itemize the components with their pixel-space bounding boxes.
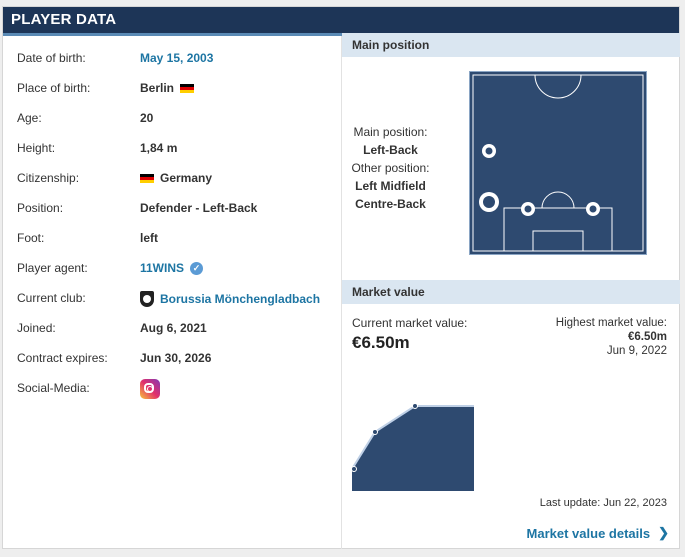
current-club-value: Borussia Mönchengladbach: [140, 291, 320, 307]
market-value-heading: Market value: [352, 285, 425, 299]
instagram-icon[interactable]: [140, 379, 160, 399]
chart-point[interactable]: [372, 429, 378, 435]
player-data-card: PLAYER DATA Date of birth: May 15, 2003 …: [2, 6, 680, 549]
row-place-of-birth: Place of birth: Berlin: [17, 81, 337, 99]
place-of-birth-value: Berlin: [140, 81, 195, 95]
position-marker-inner: [485, 147, 493, 155]
row-social-media: Social-Media:: [17, 379, 337, 403]
pitch-diagram: [469, 71, 647, 255]
row-contract-expires: Contract expires: Jun 30, 2026: [17, 351, 337, 369]
age-value: 20: [140, 111, 154, 125]
current-club-link[interactable]: Borussia Mönchengladbach: [160, 292, 320, 306]
highest-market-value-amount: €6.50m: [627, 331, 667, 343]
market-value-details-link[interactable]: Market value details ❯: [527, 525, 669, 541]
current-market-value-label: Current market value:: [352, 316, 468, 330]
position-marker-inner: [483, 196, 495, 208]
row-label: Current club:: [17, 291, 86, 305]
social-media-value: [140, 379, 160, 399]
row-label: Citizenship:: [17, 171, 80, 185]
other-position-label: Other position:: [351, 161, 430, 175]
market-value-header: Market value: [342, 280, 680, 304]
row-foot: Foot: left: [17, 231, 337, 249]
germany-flag-icon: [140, 173, 154, 183]
row-label: Date of birth:: [17, 51, 86, 65]
market-value-details-label[interactable]: Market value details: [527, 526, 651, 541]
card-title: PLAYER DATA: [11, 11, 117, 28]
row-joined: Joined: Aug 6, 2021: [17, 321, 337, 339]
place-of-birth-text: Berlin: [140, 81, 175, 95]
current-market-value-amount: €6.50m: [352, 333, 410, 352]
player-agent-link[interactable]: 11WINS: [140, 261, 184, 275]
position-marker-inner: [589, 205, 597, 213]
other-position-value: Centre-Back: [355, 197, 426, 211]
highest-market-value: Highest market value: €6.50m Jun 9, 2022: [556, 316, 667, 358]
row-date-of-birth: Date of birth: May 15, 2003: [17, 51, 337, 69]
main-position-heading: Main position: [352, 38, 430, 52]
row-citizenship: Citizenship: Germany: [17, 171, 337, 189]
row-age: Age: 20: [17, 111, 337, 129]
joined-value: Aug 6, 2021: [140, 321, 207, 335]
highest-market-value-label: Highest market value:: [555, 317, 667, 329]
row-position: Position: Defender - Left-Back: [17, 201, 337, 219]
player-details: Date of birth: May 15, 2003 Place of bir…: [3, 36, 341, 549]
citizenship-value: Germany: [140, 171, 212, 185]
position-value: Defender - Left-Back: [140, 201, 258, 215]
chart-point[interactable]: [412, 403, 418, 409]
row-label: Contract expires:: [17, 351, 108, 365]
market-value-chart[interactable]: [352, 397, 474, 491]
highest-market-value-date: Jun 9, 2022: [606, 345, 667, 357]
club-crest-icon[interactable]: [140, 291, 154, 307]
position-summary: Main position: Left-Back Other position:…: [343, 123, 438, 213]
current-market-value: Current market value: €6.50m: [352, 316, 467, 353]
row-player-agent: Player agent: 11WINS ✓: [17, 261, 337, 279]
main-position-label: Main position:: [353, 125, 428, 139]
main-position-value: Left-Back: [363, 143, 418, 157]
row-label: Joined:: [17, 321, 56, 335]
row-label: Player agent:: [17, 261, 88, 275]
chart-point[interactable]: [352, 466, 357, 472]
main-position-header: Main position: [342, 33, 680, 57]
foot-value: left: [140, 231, 158, 245]
row-label: Position:: [17, 201, 64, 215]
date-of-birth-link[interactable]: May 15, 2003: [140, 51, 213, 65]
last-update: Last update: Jun 22, 2023: [539, 497, 667, 509]
row-label: Place of birth:: [17, 81, 91, 95]
row-height: Height: 1,84 m: [17, 141, 337, 159]
card-header: PLAYER DATA: [3, 7, 679, 36]
player-agent-value: 11WINS ✓: [140, 261, 204, 275]
height-value: 1,84 m: [140, 141, 178, 155]
row-label: Age:: [17, 111, 42, 125]
germany-flag-icon: [180, 83, 195, 93]
position-marker-inner: [524, 205, 532, 213]
row-label: Foot:: [17, 231, 45, 245]
other-position-value: Left Midfield: [355, 179, 426, 193]
verified-check-icon: ✓: [190, 261, 204, 275]
row-current-club: Current club: Borussia Mönchengladbach: [17, 291, 337, 309]
row-label: Social-Media:: [17, 381, 90, 395]
citizenship-text: Germany: [160, 171, 213, 185]
pitch-area: [469, 71, 647, 255]
chevron-right-icon: ❯: [658, 525, 669, 540]
contract-expires-value: Jun 30, 2026: [140, 351, 212, 365]
row-label: Height:: [17, 141, 56, 155]
